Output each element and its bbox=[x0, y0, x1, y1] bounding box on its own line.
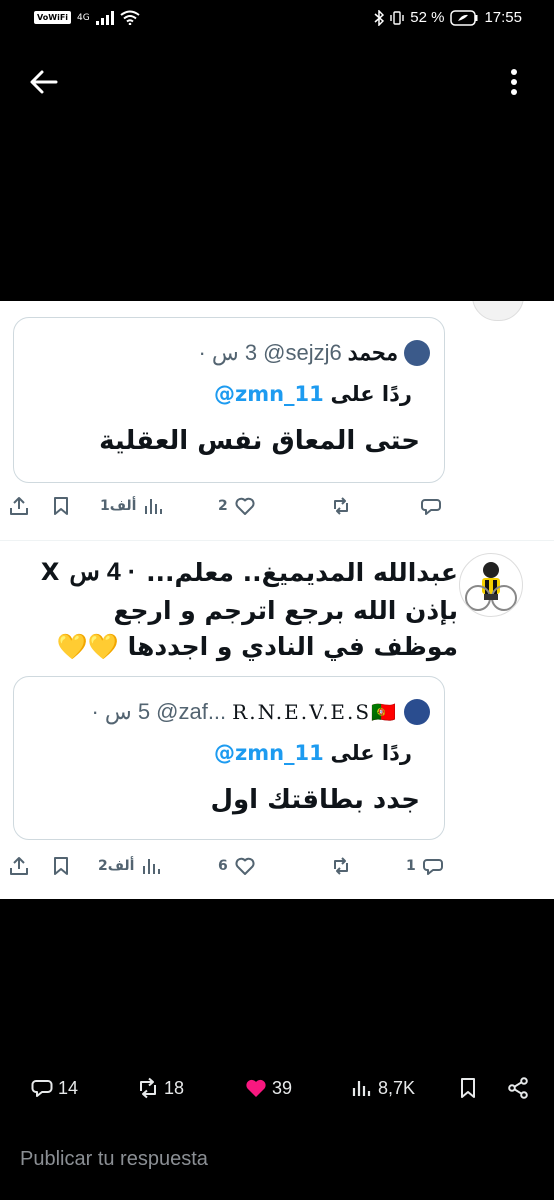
quote-author-name: R.N.E.V.E.S🇵🇹 bbox=[232, 700, 398, 724]
top-bar bbox=[0, 50, 554, 114]
views-count: 8,7K bbox=[378, 1077, 416, 1098]
views-stat[interactable]: 8,7K bbox=[350, 1076, 415, 1100]
like-button[interactable]: 2 bbox=[218, 495, 256, 517]
bluetooth-icon bbox=[374, 9, 385, 26]
vowifi-badge: VoWiFi bbox=[34, 11, 72, 24]
heart-icon bbox=[235, 497, 255, 515]
quote-header: R.N.E.V.E.S🇵🇹 @zaf... 5 س · bbox=[91, 699, 430, 725]
quote-card[interactable]: R.N.E.V.E.S🇵🇹 @zaf... 5 س · ردًا على @zm… bbox=[13, 676, 445, 840]
quote-text: جدد بطاقتك اول bbox=[210, 785, 420, 815]
avatar-partial bbox=[472, 301, 524, 321]
repost-icon bbox=[334, 497, 348, 515]
views-count[interactable]: 2ألف bbox=[98, 855, 162, 877]
share-button[interactable] bbox=[8, 855, 30, 877]
bookmark-button[interactable] bbox=[50, 495, 72, 517]
like-count: 2 bbox=[218, 498, 228, 514]
heart-filled-icon bbox=[246, 1079, 266, 1097]
comment-icon bbox=[422, 859, 443, 875]
avatar bbox=[404, 340, 430, 366]
repost-button[interactable] bbox=[330, 495, 352, 517]
share-icon bbox=[508, 1077, 528, 1099]
quote-author-handle: @sejzj6 bbox=[263, 340, 342, 365]
like-count: 39 bbox=[272, 1077, 293, 1098]
quote-text: حتى المعاق نفس العقلية bbox=[99, 426, 420, 456]
divider bbox=[0, 540, 554, 541]
views-icon bbox=[145, 499, 163, 514]
reply-label: ردًا على bbox=[330, 741, 412, 765]
status-right: 52 % 17:55 bbox=[374, 9, 522, 26]
bookmark-button[interactable] bbox=[456, 1076, 480, 1100]
battery-percent: 52 % bbox=[410, 9, 445, 26]
tweet-text: بإذن الله برجع اترجم و ارجع موظف في النا… bbox=[56, 596, 458, 661]
reply-button[interactable]: 1 bbox=[406, 855, 444, 877]
repost-count: 18 bbox=[164, 1077, 185, 1098]
reply-context: ردًا على @zmn_11 bbox=[214, 382, 412, 406]
bookmark-icon bbox=[54, 497, 68, 515]
views-icon bbox=[352, 1081, 371, 1096]
post-stats-bar: 14 18 39 8,7K bbox=[0, 1066, 554, 1110]
share-icon bbox=[10, 497, 28, 515]
back-arrow-icon[interactable] bbox=[26, 64, 62, 100]
more-options-icon[interactable] bbox=[504, 64, 524, 100]
reply-count: 14 bbox=[58, 1077, 79, 1098]
repost-icon bbox=[140, 1077, 156, 1099]
avatar[interactable] bbox=[459, 553, 523, 617]
share-icon bbox=[10, 857, 28, 875]
like-count: 6 bbox=[218, 858, 228, 874]
x-logo-icon: X bbox=[40, 558, 60, 586]
quote-time: 3 س · bbox=[198, 340, 258, 365]
repost-stat[interactable]: 18 bbox=[136, 1076, 184, 1100]
reply-context: ردًا على @zmn_11 bbox=[214, 741, 412, 765]
quote-header: محمد @sejzj6 3 س · bbox=[198, 340, 430, 366]
embedded-thread: محمد @sejzj6 3 س · ردًا على @zmn_11 حتى … bbox=[0, 301, 554, 899]
tweet-author-name: عبدالله المديميغ.. معلم... bbox=[146, 557, 458, 587]
tweet-header: عبدالله المديميغ.. معلم... · 4 س X bbox=[41, 557, 458, 587]
comment-icon bbox=[421, 499, 441, 515]
bookmark-button[interactable] bbox=[50, 855, 72, 877]
quote-card[interactable]: محمد @sejzj6 3 س · ردًا على @zmn_11 حتى … bbox=[13, 317, 445, 483]
views-icon bbox=[143, 859, 161, 874]
status-left: VoWiFi 4G bbox=[34, 10, 140, 25]
reply-mention[interactable]: @zmn_11 bbox=[214, 741, 324, 765]
quote-time: 5 س · bbox=[91, 699, 151, 724]
share-button[interactable] bbox=[8, 495, 30, 517]
share-button[interactable] bbox=[506, 1076, 530, 1100]
comment-icon bbox=[31, 1080, 53, 1097]
quote-author-name: محمد bbox=[347, 340, 398, 365]
like-stat[interactable]: 39 bbox=[244, 1076, 292, 1100]
reply-input[interactable]: Publicar tu respuesta bbox=[20, 1148, 208, 1171]
avatar-image bbox=[465, 562, 517, 611]
views-count[interactable]: 1ألف bbox=[100, 495, 164, 517]
signal-icon bbox=[95, 10, 114, 25]
network-type: 4G bbox=[77, 12, 90, 23]
vibrate-icon bbox=[390, 10, 404, 25]
reply-label: ردًا على bbox=[330, 382, 412, 406]
quote-author-handle: @zaf... bbox=[156, 699, 227, 724]
clock: 17:55 bbox=[484, 9, 522, 26]
tweet-actions: 2ألف 6 1 bbox=[0, 855, 554, 885]
like-button[interactable]: 6 bbox=[218, 855, 256, 877]
tweet-time: · 4 س bbox=[69, 558, 137, 586]
tweet-actions: 1ألف 2 bbox=[0, 495, 554, 525]
status-bar: VoWiFi 4G 52 % 17:55 bbox=[0, 0, 554, 38]
battery-icon bbox=[450, 9, 478, 26]
views-label: 1ألف bbox=[100, 498, 137, 514]
bookmark-icon bbox=[54, 857, 68, 875]
views-label: 2ألف bbox=[98, 858, 135, 874]
reply-mention[interactable]: @zmn_11 bbox=[214, 382, 324, 406]
reply-stat[interactable]: 14 bbox=[30, 1076, 78, 1100]
heart-icon bbox=[235, 857, 255, 875]
reply-count: 1 bbox=[406, 858, 416, 874]
repost-button[interactable] bbox=[330, 855, 352, 877]
avatar bbox=[404, 699, 430, 725]
wifi-icon bbox=[120, 10, 140, 25]
reply-button[interactable] bbox=[420, 495, 448, 517]
repost-icon bbox=[334, 857, 348, 875]
bookmark-icon bbox=[461, 1078, 475, 1098]
